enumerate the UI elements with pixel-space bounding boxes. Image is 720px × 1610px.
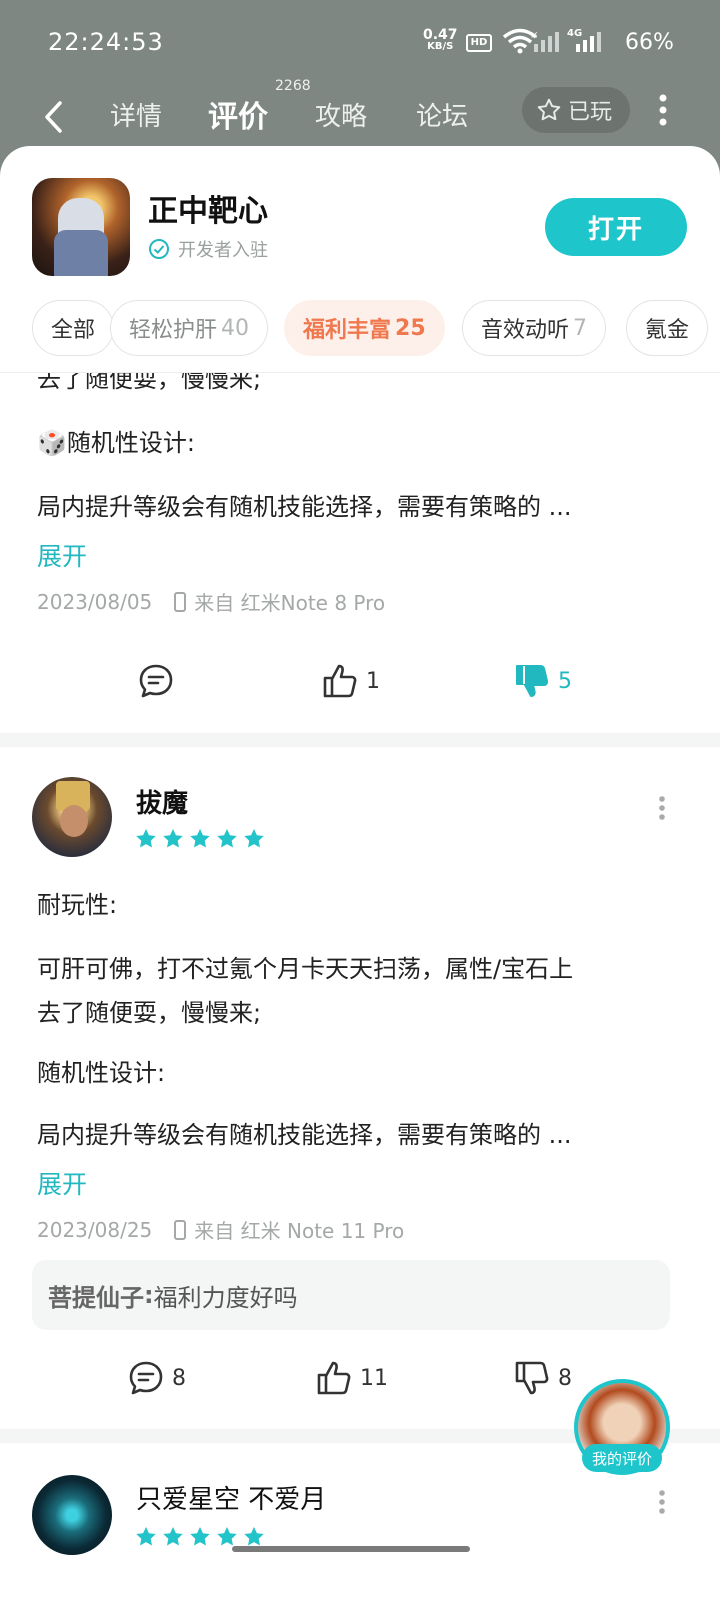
top-nav: 详情 评价 2268 攻略 论坛 已玩 [0,78,720,146]
reply-preview[interactable]: 菩提仙子 : 福利力度好吗 [32,1260,670,1330]
net-speed: 0.47 KB/S [423,27,458,52]
review-text-line: 去了随便耍，慢慢来; [37,373,262,393]
review-text-line: 局内提升等级会有随机技能选择，需要有策略的 ... [37,493,572,521]
open-game-button[interactable]: 打开 [545,198,687,256]
comment-button[interactable] [138,663,182,699]
review-separator [0,733,720,747]
home-indicator[interactable] [232,1546,470,1552]
review-text-line: 去了随便耍，慢慢来; [37,999,262,1027]
avatar[interactable] [32,1475,112,1555]
review-text-line: 局内提升等级会有随机技能选择，需要有策略的 ... [37,1121,572,1149]
signal-icon-sim1: × [530,30,559,52]
status-bar: 22:24:53 0.47 KB/S HD × 4G 66% [0,0,720,86]
battery-level: 66% [625,30,674,55]
played-label: 已玩 [568,100,613,125]
like-button[interactable]: 11 [316,1360,388,1396]
reviewer-name[interactable]: 拔魔 [136,783,188,820]
comment-icon [139,664,173,698]
review-meta: 2023/08/25 来自 红米 Note 11 Pro [37,1217,405,1244]
played-button[interactable]: 已玩 [522,87,630,133]
game-header: 正中靶心 开发者入驻 打开 [0,146,720,296]
star-icon [217,829,237,848]
tab-details[interactable]: 详情 [110,96,162,133]
thumbs-down-icon [515,1361,549,1395]
star-icon [136,1527,156,1546]
expand-link[interactable]: 展开 [37,537,87,573]
reviews-count-badge: 2268 [275,78,311,94]
signal-icon-sim2 [576,32,601,52]
developer-verified: 开发者入驻 [148,236,268,262]
reply-text: 福利力度好吗 [153,1283,298,1312]
verified-check-icon [149,239,169,259]
tab-guides[interactable]: 攻略 [315,96,367,133]
tab-forum[interactable]: 论坛 [416,96,468,133]
tag-all[interactable]: 全部 [32,300,115,356]
my-review-button[interactable]: 我的评价 [582,1444,662,1472]
star-icon [136,829,156,848]
game-icon [32,178,130,276]
more-vertical-icon[interactable] [658,1489,666,1515]
star-outline-icon [537,98,561,121]
hd-voice-icon: HD [466,34,492,52]
game-title: 正中靶心 [148,194,268,229]
thumbs-up-icon [317,1361,351,1395]
tag-paywall[interactable]: 氪金 [626,300,709,356]
review-text-line: 🎲随机性设计: [37,429,195,457]
status-time: 22:24:53 [48,28,164,56]
more-vertical-icon[interactable] [656,92,670,128]
tab-reviews[interactable]: 评价 [208,92,268,136]
rating-stars [134,827,269,851]
reviewer-name[interactable]: 只爱星空 不爱月 [136,1479,326,1516]
review-text-line: 可肝可佛，打不过氪个月卡天天扫荡，属性/宝石上 [37,955,574,983]
avatar[interactable] [32,777,112,857]
star-icon [244,829,264,848]
thumbs-up-icon [323,664,357,698]
comment-icon [129,1361,163,1395]
tag-rich-rewards[interactable]: 福利丰富 25 [284,300,445,356]
reply-author[interactable]: 菩提仙子 [48,1278,144,1313]
review-tag-filters: 全部 轻松护肝 40 福利丰富 25 音效动听 7 氪金 [0,300,720,362]
review-text-line: 耐玩性: [37,891,118,919]
expand-link[interactable]: 展开 [37,1165,87,1201]
dislike-button[interactable]: 8 [514,1360,572,1396]
star-icon [190,829,210,848]
phone-icon [174,591,187,612]
review-meta: 2023/08/05 来自 红米Note 8 Pro [37,589,386,616]
back-arrow-icon[interactable] [40,100,70,134]
star-icon [163,829,183,848]
tag-good-sound[interactable]: 音效动听 7 [462,300,607,356]
review-text-line: 随机性设计: [37,1059,166,1087]
svg-text:×: × [530,30,538,41]
tag-easy[interactable]: 轻松护肝 40 [110,300,269,356]
star-icon [163,1527,183,1546]
like-button[interactable]: 1 [322,663,380,699]
dislike-button[interactable]: 5 [514,663,572,699]
comment-button[interactable]: 8 [128,1360,186,1396]
thumbs-down-filled-icon [516,665,549,697]
star-icon [190,1527,210,1546]
phone-icon [174,1219,187,1240]
more-vertical-icon[interactable] [658,795,666,821]
